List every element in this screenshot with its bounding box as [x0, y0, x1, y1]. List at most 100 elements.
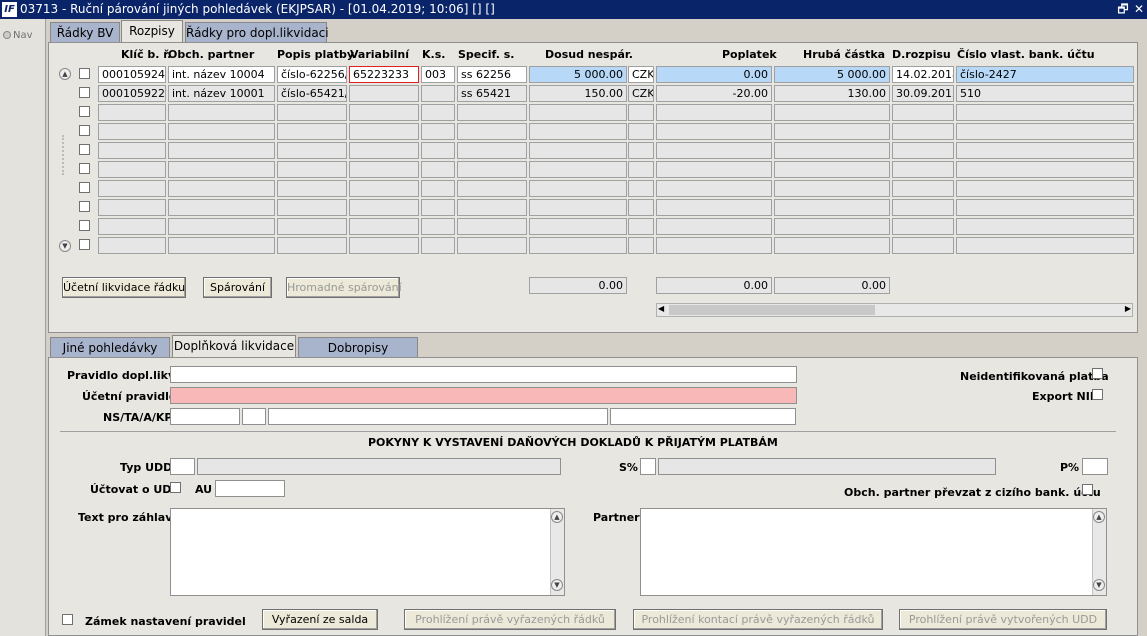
table-cell-partner[interactable] [168, 199, 275, 216]
table-cell-drozpisu[interactable] [892, 142, 954, 159]
table-cell-ks[interactable] [421, 180, 455, 197]
table-cell-ucet[interactable] [956, 180, 1134, 197]
scroll-up-icon[interactable]: ▲ [59, 68, 71, 80]
table-cell-ks[interactable] [421, 218, 455, 235]
table-cell-mena[interactable] [628, 123, 654, 140]
table-cell-specif[interactable] [457, 218, 527, 235]
scroll-right-icon[interactable]: ▶ [1125, 304, 1131, 313]
nav-toggle[interactable]: Nav [3, 30, 33, 41]
row-select-checkbox[interactable] [79, 163, 90, 174]
horizontal-scrollbar[interactable]: ◀ ▶ [656, 303, 1133, 317]
table-cell-dosud[interactable]: 150.00 [529, 85, 627, 102]
table-cell-partner[interactable] [168, 180, 275, 197]
partner-scroll-up-icon[interactable]: ▲ [1093, 511, 1105, 523]
zamek-checkbox[interactable] [62, 614, 73, 625]
table-cell-popis[interactable] [277, 161, 347, 178]
table-cell-hruba[interactable] [774, 199, 890, 216]
table-cell-ucet[interactable] [956, 123, 1134, 140]
table-cell-mena[interactable] [628, 142, 654, 159]
table-cell-partner[interactable] [168, 161, 275, 178]
horizontal-scroll-thumb[interactable] [669, 305, 875, 315]
table-cell-specif[interactable]: ss 62256 [457, 66, 527, 83]
table-cell-specif[interactable] [457, 237, 527, 254]
table-cell-dosud[interactable] [529, 199, 627, 216]
table-cell-ucet[interactable] [956, 199, 1134, 216]
table-cell-drozpisu[interactable]: 14.02.2018 [892, 66, 954, 83]
table-cell-hruba[interactable] [774, 180, 890, 197]
table-cell-poplatek[interactable] [656, 237, 772, 254]
table-cell-klic[interactable] [98, 180, 166, 197]
partner-scroll-down-icon[interactable]: ▼ [1093, 579, 1105, 591]
tab-dobropisy[interactable]: Dobropisy [298, 337, 418, 358]
partner-textarea[interactable]: ▲ ▼ [640, 508, 1107, 596]
row-select-checkbox[interactable] [79, 182, 90, 193]
table-cell-dosud[interactable] [529, 237, 627, 254]
tab-doplnkova-likvidace[interactable]: Doplňková likvidace [172, 335, 296, 358]
table-cell-ucet[interactable] [956, 237, 1134, 254]
row-select-checkbox[interactable] [79, 106, 90, 117]
close-icon[interactable]: ✕ [1132, 2, 1146, 16]
table-cell-ucet[interactable] [956, 161, 1134, 178]
table-cell-drozpisu[interactable] [892, 199, 954, 216]
table-cell-hruba[interactable] [774, 237, 890, 254]
text-zahlavi-scrollbar[interactable]: ▲ ▼ [550, 509, 564, 595]
row-select-checkbox[interactable] [79, 125, 90, 136]
table-cell-poplatek[interactable] [656, 161, 772, 178]
table-cell-hruba[interactable] [774, 104, 890, 121]
table-cell-hruba[interactable] [774, 218, 890, 235]
typ-udd-input[interactable] [170, 458, 195, 475]
table-cell-drozpisu[interactable] [892, 237, 954, 254]
text-zahlavi-textarea[interactable]: ▲ ▼ [170, 508, 565, 596]
table-cell-ks[interactable] [421, 199, 455, 216]
table-cell-specif[interactable] [457, 142, 527, 159]
restore-icon[interactable]: 🗗 [1116, 2, 1130, 16]
table-cell-mena[interactable] [628, 199, 654, 216]
row-select-checkbox[interactable] [79, 87, 90, 98]
table-cell-dosud[interactable] [529, 218, 627, 235]
table-cell-specif[interactable] [457, 123, 527, 140]
table-cell-ucet[interactable] [956, 104, 1134, 121]
table-cell-partner[interactable]: int. název 10004 [168, 66, 275, 83]
table-cell-klic[interactable] [98, 104, 166, 121]
ns-input[interactable] [170, 408, 240, 425]
table-cell-mena[interactable] [628, 104, 654, 121]
table-cell-hruba[interactable] [774, 161, 890, 178]
uctovat-checkbox[interactable] [170, 482, 181, 493]
table-cell-popis[interactable]: číslo-65421/2 [277, 85, 347, 102]
table-cell-klic[interactable]: 0001059241 [98, 66, 166, 83]
table-cell-dosud[interactable] [529, 104, 627, 121]
table-cell-specif[interactable] [457, 161, 527, 178]
table-cell-ks[interactable] [421, 123, 455, 140]
table-cell-partner[interactable] [168, 218, 275, 235]
table-cell-popis[interactable]: číslo-62256/0 [277, 66, 347, 83]
text-zahlavi-scroll-up-icon[interactable]: ▲ [551, 511, 563, 523]
table-cell-klic[interactable] [98, 218, 166, 235]
ta-input[interactable] [242, 408, 266, 425]
table-cell-popis[interactable] [277, 237, 347, 254]
table-cell-variabilni[interactable] [349, 85, 419, 102]
table-cell-dosud[interactable] [529, 180, 627, 197]
table-cell-hruba[interactable] [774, 142, 890, 159]
table-cell-drozpisu[interactable]: 30.09.2015 [892, 85, 954, 102]
table-cell-variabilni[interactable] [349, 180, 419, 197]
table-cell-klic[interactable] [98, 123, 166, 140]
tab-jine-pohledavky[interactable]: Jiné pohledávky [50, 337, 170, 358]
table-cell-mena[interactable]: CZK [628, 85, 654, 102]
table-cell-variabilni[interactable] [349, 161, 419, 178]
table-cell-mena[interactable] [628, 237, 654, 254]
a-input[interactable] [268, 408, 608, 425]
table-cell-drozpisu[interactable] [892, 123, 954, 140]
export-nip-checkbox[interactable] [1092, 389, 1103, 400]
table-cell-klic[interactable] [98, 142, 166, 159]
hromadne-sparovani-button[interactable]: Hromadné spárování [286, 277, 402, 298]
table-cell-dosud[interactable] [529, 123, 627, 140]
scroll-left-icon[interactable]: ◀ [658, 304, 664, 313]
table-cell-popis[interactable] [277, 142, 347, 159]
table-cell-variabilni[interactable] [349, 104, 419, 121]
table-cell-poplatek[interactable] [656, 123, 772, 140]
scroll-grip[interactable] [62, 135, 68, 175]
table-cell-poplatek[interactable] [656, 218, 772, 235]
table-cell-popis[interactable] [277, 104, 347, 121]
table-cell-poplatek[interactable]: 0.00 [656, 66, 772, 83]
kp-input[interactable] [610, 408, 796, 425]
